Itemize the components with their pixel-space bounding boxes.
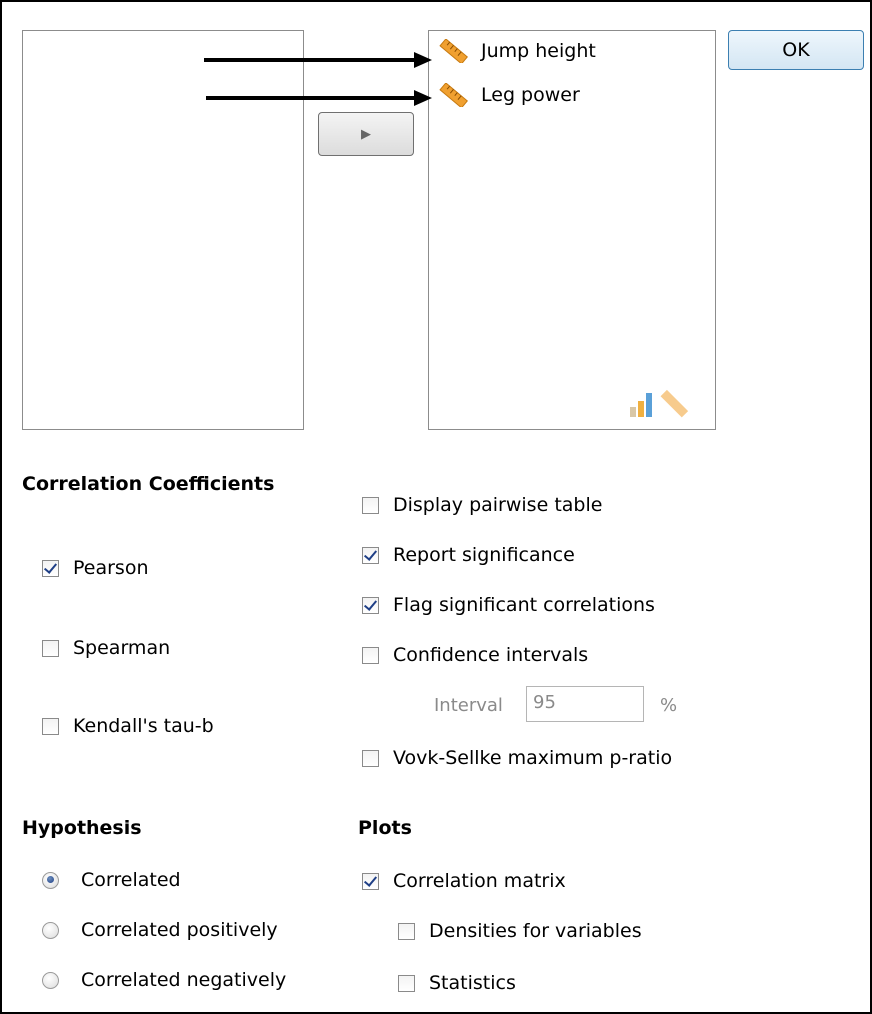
- checkbox-box[interactable]: [42, 639, 59, 657]
- ok-button[interactable]: OK: [728, 30, 864, 70]
- plots-heading: Plots: [358, 817, 412, 839]
- interval-input[interactable]: 95: [526, 686, 644, 722]
- radio-button[interactable]: [42, 971, 59, 989]
- confidence-intervals-checkbox[interactable]: Confidence intervals: [362, 644, 588, 666]
- kendall-checkbox[interactable]: Kendall's tau-b: [42, 715, 214, 737]
- variable-label: Leg power: [481, 84, 580, 106]
- checkbox-box[interactable]: [362, 546, 379, 564]
- checkbox-box[interactable]: [362, 496, 379, 514]
- interval-label: Interval: [434, 695, 503, 716]
- checkbox-box[interactable]: [42, 717, 59, 735]
- flag-significant-checkbox[interactable]: Flag significant correlations: [362, 594, 655, 616]
- hypothesis-heading: Hypothesis: [22, 817, 142, 839]
- checkbox-box[interactable]: [398, 922, 415, 940]
- radio-button[interactable]: [42, 921, 59, 939]
- selected-variables-list[interactable]: Jump height Leg power: [428, 30, 716, 430]
- radio-button[interactable]: [42, 871, 59, 889]
- radio-correlated-negatively[interactable]: Correlated negatively: [42, 969, 286, 991]
- spearman-checkbox[interactable]: Spearman: [42, 637, 170, 659]
- move-variable-button[interactable]: ▶: [318, 112, 414, 156]
- variable-item-leg-power[interactable]: Leg power: [437, 83, 580, 107]
- pearson-checkbox[interactable]: Pearson: [42, 557, 149, 579]
- scale-ruler-icon: [660, 389, 689, 418]
- scale-ruler-icon: [439, 39, 469, 63]
- densities-checkbox[interactable]: Densities for variables: [398, 920, 642, 942]
- play-arrow-icon: ▶: [361, 126, 371, 142]
- correlation-coefficients-heading: Correlation Coefficients: [22, 473, 275, 495]
- report-significance-checkbox[interactable]: Report significance: [362, 544, 575, 566]
- variable-label: Jump height: [481, 40, 596, 62]
- checkbox-box[interactable]: [362, 646, 379, 664]
- checkbox-box[interactable]: [362, 749, 379, 767]
- ordinal-bar-icon: [630, 393, 652, 417]
- checkbox-box[interactable]: [42, 559, 59, 577]
- checkbox-box[interactable]: [362, 872, 379, 890]
- annotation-arrow: [206, 90, 432, 106]
- interval-unit: %: [660, 695, 678, 716]
- variable-item-jump-height[interactable]: Jump height: [437, 39, 596, 63]
- correlation-matrix-checkbox[interactable]: Correlation matrix: [362, 870, 566, 892]
- statistics-checkbox[interactable]: Statistics: [398, 972, 516, 994]
- radio-correlated-positively[interactable]: Correlated positively: [42, 919, 278, 941]
- display-pairwise-table-checkbox[interactable]: Display pairwise table: [362, 494, 602, 516]
- radio-correlated[interactable]: Correlated: [42, 869, 181, 891]
- checkbox-box[interactable]: [362, 596, 379, 614]
- vovk-sellke-checkbox[interactable]: Vovk-Sellke maximum p-ratio: [362, 747, 672, 769]
- scale-ruler-icon: [439, 83, 469, 107]
- checkbox-box[interactable]: [398, 974, 415, 992]
- annotation-arrow: [204, 52, 432, 68]
